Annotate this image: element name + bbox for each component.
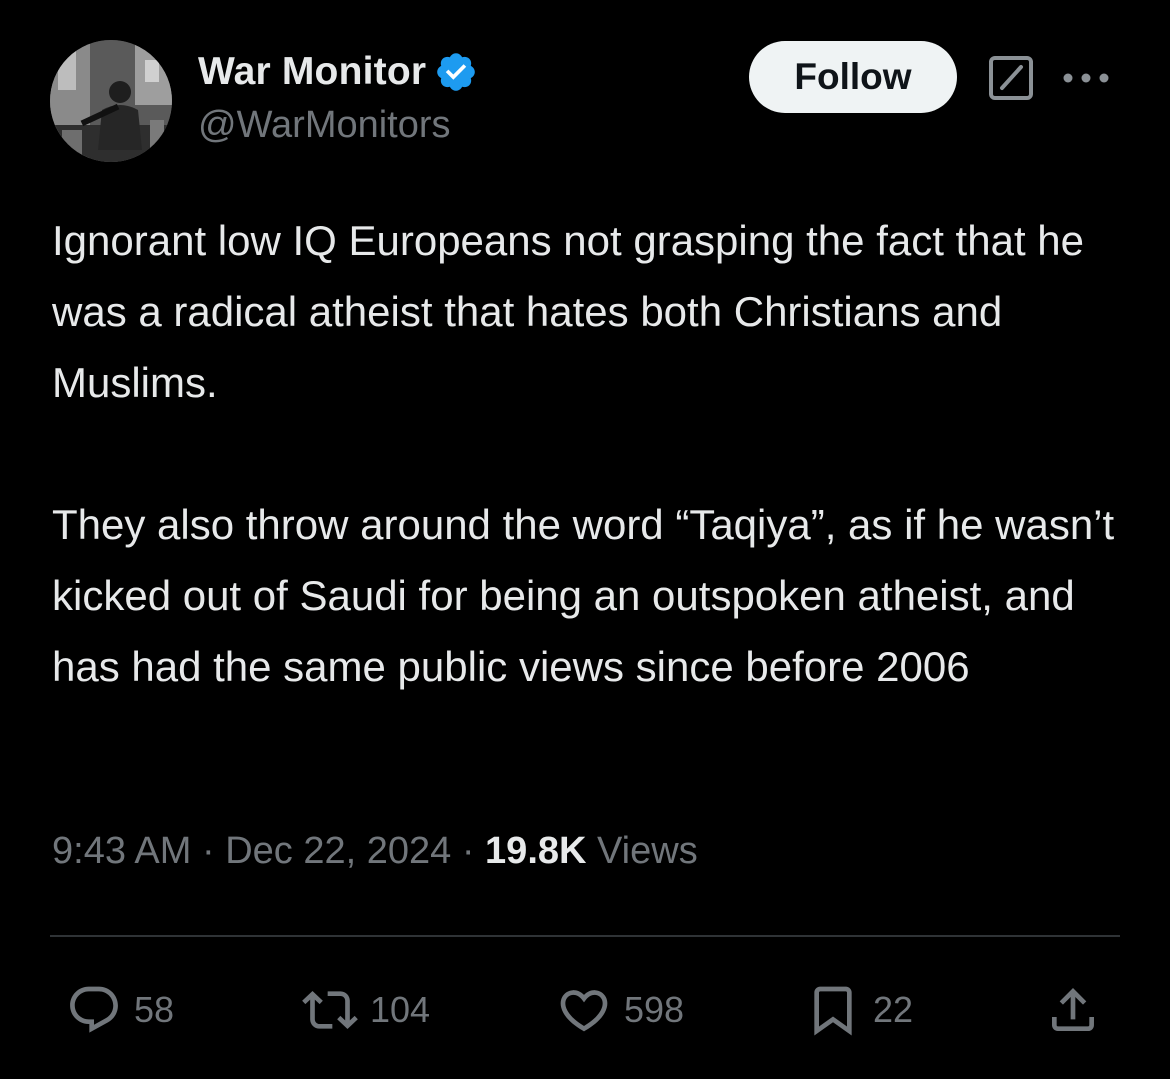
bookmark-icon bbox=[805, 982, 861, 1038]
verified-badge-icon[interactable] bbox=[434, 50, 478, 94]
avatar[interactable] bbox=[50, 40, 172, 162]
meta-separator: · bbox=[191, 830, 226, 872]
repost-count: 104 bbox=[370, 989, 431, 1030]
repost-icon bbox=[302, 982, 358, 1038]
more-icon[interactable] bbox=[1060, 66, 1112, 90]
divider bbox=[50, 935, 1120, 937]
tweet-header: War Monitor @WarMonitors Follow bbox=[50, 40, 1120, 162]
reply-icon bbox=[66, 982, 122, 1038]
like-button[interactable]: 598 bbox=[556, 975, 684, 1045]
author-info: War Monitor @WarMonitors bbox=[198, 48, 478, 147]
action-bar: 58 104 598 22 bbox=[0, 975, 1170, 1045]
like-count: 598 bbox=[624, 989, 685, 1030]
tweet-paragraph: Ignorant low IQ Europeans not grasping t… bbox=[52, 217, 1084, 406]
display-name[interactable]: War Monitor bbox=[198, 50, 426, 94]
bookmark-button[interactable]: 22 bbox=[805, 975, 913, 1045]
tweet-text: Ignorant low IQ Europeans not grasping t… bbox=[52, 205, 1122, 702]
handle[interactable]: @WarMonitors bbox=[198, 104, 478, 147]
reply-button[interactable]: 58 bbox=[66, 975, 174, 1045]
tweet-paragraph: They also throw around the word “Taqiya”… bbox=[52, 501, 1115, 690]
tweet-time[interactable]: 9:43 AM bbox=[52, 830, 191, 872]
tweet-date[interactable]: Dec 22, 2024 bbox=[225, 830, 451, 872]
reply-count: 58 bbox=[134, 989, 175, 1030]
heart-icon bbox=[556, 982, 612, 1038]
follow-button[interactable]: Follow bbox=[749, 41, 957, 113]
views-label: Views bbox=[586, 830, 698, 872]
repost-button[interactable]: 104 bbox=[302, 975, 430, 1045]
display-name-row: War Monitor bbox=[198, 48, 478, 96]
bookmark-count: 22 bbox=[873, 989, 914, 1030]
share-button[interactable] bbox=[1045, 975, 1101, 1045]
views-count[interactable]: 19.8K bbox=[485, 830, 586, 872]
grok-icon[interactable] bbox=[988, 55, 1034, 101]
share-icon bbox=[1045, 982, 1101, 1038]
meta-separator: · bbox=[451, 830, 486, 872]
tweet-meta: 9:43 AM · Dec 22, 2024 · 19.8K Views bbox=[52, 830, 698, 873]
